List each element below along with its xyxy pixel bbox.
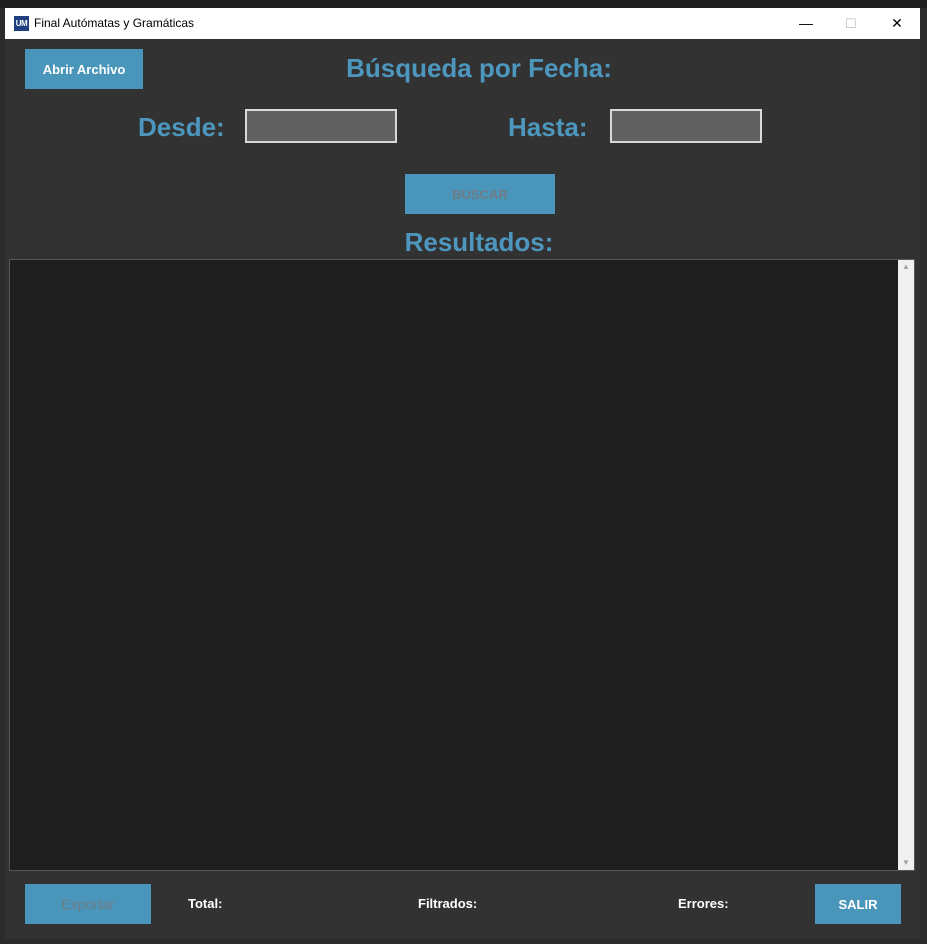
to-date-input[interactable] bbox=[610, 109, 762, 143]
search-button[interactable]: BUSCAR bbox=[405, 174, 555, 214]
window-title: Final Autómatas y Gramáticas bbox=[34, 16, 195, 30]
desktop-background bbox=[0, 0, 927, 8]
export-button[interactable]: Exportar bbox=[25, 884, 151, 924]
to-label: Hasta: bbox=[508, 112, 588, 142]
results-text-area[interactable]: ▲ ▼ bbox=[9, 259, 915, 871]
scroll-down-arrow-icon[interactable]: ▼ bbox=[898, 856, 914, 870]
app-logo-icon: UM bbox=[14, 16, 29, 31]
results-heading: Resultados: bbox=[404, 227, 554, 257]
filtered-label: Filtrados: bbox=[418, 896, 478, 911]
app-window: UM Final Autómatas y Gramáticas — ☐ ✕ Ab… bbox=[5, 8, 920, 939]
errors-label: Errores: bbox=[678, 896, 729, 911]
title-bar[interactable]: UM Final Autómatas y Gramáticas — ☐ ✕ bbox=[5, 8, 920, 39]
results-scrollbar[interactable]: ▲ ▼ bbox=[898, 260, 914, 870]
maximize-button: ☐ bbox=[845, 16, 857, 31]
search-by-date-heading: Búsqueda por Fecha: bbox=[346, 53, 612, 83]
minimize-button[interactable]: — bbox=[783, 8, 829, 39]
scroll-up-arrow-icon[interactable]: ▲ bbox=[898, 260, 914, 274]
total-label: Total: bbox=[188, 896, 223, 911]
from-date-input[interactable] bbox=[245, 109, 397, 143]
close-button[interactable]: ✕ bbox=[874, 8, 920, 39]
from-label: Desde: bbox=[138, 112, 225, 142]
exit-button[interactable]: SALIR bbox=[815, 884, 901, 924]
